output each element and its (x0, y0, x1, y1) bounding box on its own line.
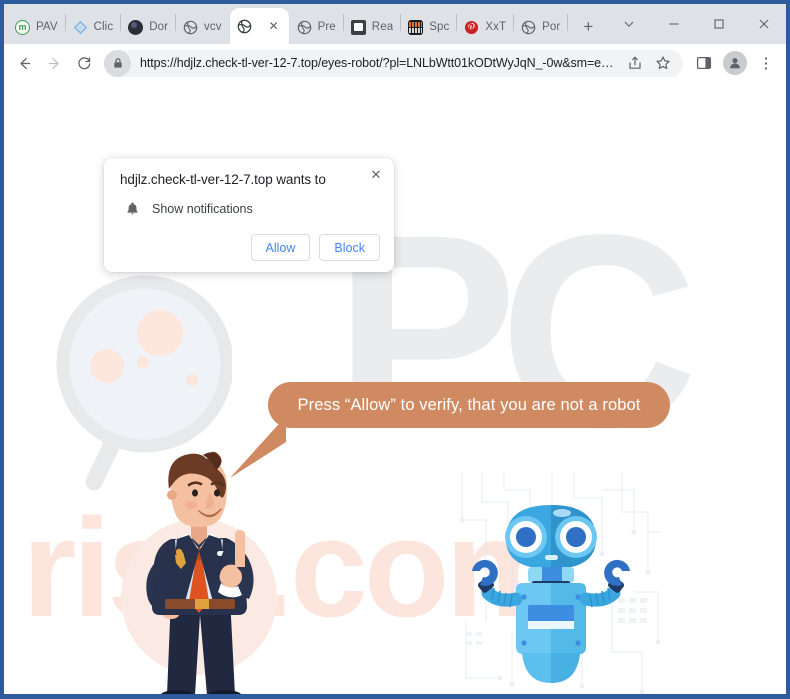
tab-label: Spc (429, 21, 450, 33)
tab-label: Por (542, 21, 561, 33)
dialog-actions: Allow Block (250, 234, 380, 261)
dialog-permission-label: Show notifications (152, 201, 253, 216)
tab-active-eyes-robot[interactable]: ✕ (229, 8, 289, 44)
window-controls (606, 4, 786, 44)
diamond-icon (73, 20, 88, 35)
tab-clic[interactable]: Clic (66, 10, 121, 44)
lock-icon[interactable] (104, 49, 131, 77)
tab-xxt[interactable]: XxT (457, 10, 513, 44)
tab-label: Pre (317, 21, 336, 33)
tab-spc[interactable]: Spc (401, 10, 456, 44)
dark-circle-icon (128, 19, 144, 35)
close-icon[interactable]: ✕ (266, 18, 282, 34)
block-button[interactable]: Block (319, 234, 380, 261)
image-icon (350, 19, 366, 35)
dialog-permission-row: Show notifications (120, 201, 378, 216)
address-bar[interactable]: https://hdjlz.check-tl-ver-12-7.top/eyes… (104, 49, 683, 77)
minimize-button[interactable] (651, 4, 696, 44)
tab-label: Clic (93, 21, 114, 33)
globe-icon (521, 20, 536, 35)
tab-dor[interactable]: Dor (121, 10, 175, 44)
side-panel-icon[interactable] (690, 49, 718, 77)
businessman-pointing-illustration (121, 451, 277, 694)
close-icon[interactable]: ✕ (366, 165, 386, 185)
star-icon[interactable] (649, 49, 677, 77)
globe-icon (183, 20, 198, 35)
url-text[interactable]: https://hdjlz.check-tl-ver-12-7.top/eyes… (131, 56, 621, 70)
forward-button[interactable] (40, 49, 69, 78)
close-button[interactable] (741, 4, 786, 44)
globe-icon (237, 19, 252, 34)
tab-vcv[interactable]: vcv (176, 10, 229, 44)
tab-label: XxT (485, 21, 507, 33)
new-tab-button[interactable]: + (574, 13, 602, 41)
tab-label: Rea (371, 21, 394, 33)
share-icon[interactable] (621, 49, 649, 77)
bell-icon (125, 201, 140, 216)
pixel-icon (408, 19, 424, 35)
tab-label: PAV (36, 21, 58, 33)
dialog-title: hdjlz.check-tl-ver-12-7.top wants to (120, 172, 326, 187)
notification-permission-dialog: ✕ hdjlz.check-tl-ver-12-7.top wants to S… (104, 158, 394, 272)
maximize-button[interactable] (696, 4, 741, 44)
tab-rea[interactable]: Rea (344, 10, 400, 44)
tab-pre[interactable]: Pre (290, 10, 343, 44)
menu-button[interactable]: ⋮ (752, 49, 780, 77)
allow-button[interactable]: Allow (250, 234, 311, 261)
circle-m-icon: m (15, 19, 30, 35)
page-viewport: PC risk.com Press “Allow” to verify, tha… (4, 82, 786, 694)
tab-search-chevron-down-icon[interactable] (606, 4, 651, 44)
tab-strip: m PAV Clic Dor vcv ✕ Pre Rea Spc XxT Por… (4, 4, 786, 44)
browser-window: m PAV Clic Dor vcv ✕ Pre Rea Spc XxT Por… (0, 0, 790, 699)
back-button[interactable] (10, 49, 39, 78)
browser-toolbar: https://hdjlz.check-tl-ver-12-7.top/eyes… (4, 44, 786, 82)
tab-separator (567, 13, 569, 31)
pinterest-icon (464, 20, 479, 35)
reload-button[interactable] (70, 49, 99, 78)
tab-por[interactable]: Por (514, 10, 567, 44)
globe-icon (297, 20, 312, 35)
profile-avatar-icon[interactable] (723, 51, 747, 75)
tab-pav[interactable]: m PAV (8, 10, 65, 44)
speech-bubble: Press “Allow” to verify, that you are no… (268, 382, 670, 428)
tab-label: Dor (149, 21, 169, 33)
speech-bubble-text: Press “Allow” to verify, that you are no… (297, 395, 641, 414)
blue-robot-illustration (472, 505, 630, 683)
tab-label: vcv (204, 21, 222, 33)
